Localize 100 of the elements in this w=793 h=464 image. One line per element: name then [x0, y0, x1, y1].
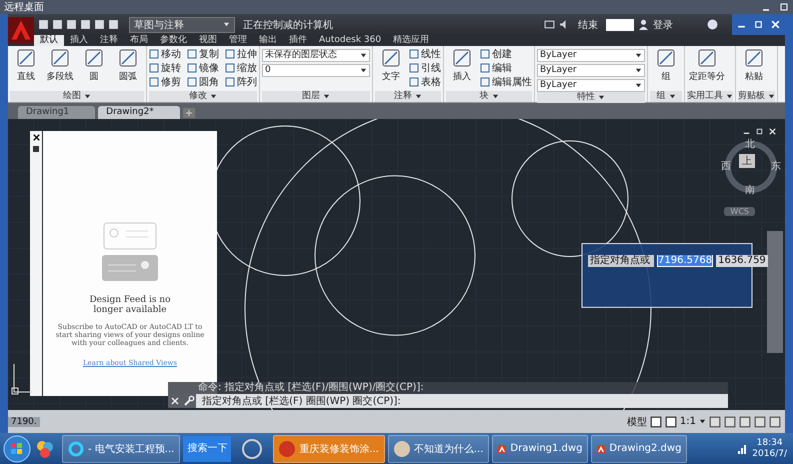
clock-date[interactable]: 2016/7/ — [752, 448, 787, 460]
property-dropdown[interactable]: ByLayer — [537, 79, 645, 92]
new-tab-button[interactable] — [182, 108, 195, 118]
ribbon-button[interactable]: 表格 — [409, 75, 441, 89]
panel-title-bar[interactable]: 块 — [446, 91, 532, 102]
ribbon-button[interactable]: 多段线 — [44, 47, 76, 91]
coordinate-input[interactable]: 1636.759 — [716, 255, 768, 267]
ribbon-tab[interactable]: 注释 — [94, 35, 124, 46]
circle-shape[interactable] — [314, 175, 476, 336]
circle-icon[interactable] — [242, 438, 262, 458]
ribbon-tab[interactable]: 参数化 — [154, 35, 193, 46]
status-tool-icon[interactable] — [724, 416, 736, 428]
ribbon-button[interactable]: 组 — [650, 47, 682, 91]
file-tab[interactable]: Drawing2* — [98, 106, 180, 119]
panel-title-bar[interactable]: 组 — [650, 91, 682, 102]
ribbon-button[interactable]: 修剪 — [149, 75, 181, 89]
ribbon-tab[interactable]: 精选应用 — [387, 35, 436, 46]
user-icon[interactable] — [638, 19, 649, 30]
ribbon-tab[interactable]: 输出 — [253, 35, 283, 46]
login-link[interactable]: 登录 — [653, 18, 673, 32]
restore-button[interactable] — [753, 19, 764, 30]
clock-time[interactable]: 18:34 — [756, 438, 783, 448]
panel-title-bar[interactable]: 特性 — [537, 92, 645, 103]
layout-icon[interactable] — [664, 416, 677, 428]
close-button[interactable] — [32, 133, 40, 142]
toolbar-icon[interactable] — [52, 19, 63, 30]
toolbar-icon[interactable] — [66, 19, 77, 30]
ribbon-button[interactable]: 缩放 — [225, 61, 257, 75]
ribbon-button[interactable]: 阵列 — [225, 75, 257, 89]
colored-balls-icon[interactable] — [35, 438, 55, 458]
panel-title-bar[interactable]: 绘图 — [10, 91, 144, 102]
taskbar-item[interactable]: - 电气安装工程预... — [62, 434, 180, 462]
ribbon-tab[interactable]: 插入 — [64, 35, 94, 46]
ribbon-button[interactable]: 定距等分 — [687, 47, 727, 91]
remote-notice: 正在控制减的计算机 — [243, 18, 333, 32]
ribbon-tab[interactable]: 布局 — [124, 35, 154, 46]
ribbon-button[interactable]: 编辑属性 — [480, 75, 532, 89]
drawing-canvas[interactable] — [8, 119, 785, 410]
ribbon-tab[interactable]: 视图 — [193, 35, 223, 46]
coordinate-input[interactable]: 7196.5768 — [657, 255, 714, 267]
ribbon-tab[interactable]: 默认 — [34, 35, 64, 46]
caret-icon — [360, 67, 367, 74]
panel-title-bar[interactable]: 实用工具 — [687, 91, 733, 102]
file-tab[interactable]: Drawing1 — [18, 106, 96, 119]
fullscreen-icon[interactable] — [544, 19, 555, 30]
ribbon-button[interactable]: 插入 — [446, 47, 478, 91]
property-dropdown[interactable]: 0 — [262, 64, 370, 77]
property-dropdown[interactable]: 未保存的图层状态 — [262, 49, 370, 62]
maximize-button[interactable] — [779, 2, 789, 12]
ribbon-button[interactable]: 拉伸 — [225, 47, 257, 61]
caret-icon[interactable] — [699, 418, 706, 425]
ribbon-button[interactable]: 线性 — [409, 47, 441, 61]
status-tool-icon[interactable] — [754, 416, 766, 428]
start-button[interactable] — [2, 434, 32, 464]
restore-button[interactable] — [755, 127, 764, 136]
property-dropdown[interactable]: ByLayer — [537, 64, 645, 77]
taskbar-item[interactable]: 不知道为什么... — [388, 434, 490, 462]
toolbar-icon[interactable] — [80, 19, 91, 30]
ribbon-button[interactable]: 文字 — [375, 47, 407, 91]
ribbon-button[interactable]: 粘贴 — [738, 47, 770, 91]
taskbar-item[interactable]: Drawing2.dwg — [591, 434, 688, 462]
tool-icon — [381, 48, 401, 68]
workspace-dropdown[interactable]: 草图与注释 — [129, 16, 235, 32]
ribbon-tab[interactable]: 管理 — [223, 35, 253, 46]
panel-title-bar[interactable]: 图层 — [262, 91, 370, 102]
toolbar-icon[interactable] — [108, 19, 119, 30]
status-tool-icon[interactable] — [739, 416, 751, 428]
toolbar-icon[interactable] — [94, 19, 105, 30]
panel-title-bar[interactable]: 剪贴板 — [738, 91, 775, 102]
taskbar-item[interactable]: Drawing1.dwg — [492, 434, 588, 462]
ribbon-button[interactable]: 复制 — [187, 47, 219, 61]
model-tab[interactable]: 模型 — [626, 414, 647, 428]
ribbon-tab[interactable]: Autodesk 360 — [313, 35, 388, 46]
panel-title-bar[interactable]: 注释 — [375, 91, 441, 102]
toolbar-icon[interactable] — [38, 19, 49, 30]
tool-icon — [697, 48, 717, 68]
caret-icon — [415, 93, 422, 100]
search-field[interactable] — [606, 18, 634, 30]
ribbon-tab[interactable]: 插件 — [283, 35, 313, 46]
layout-icon[interactable] — [650, 416, 662, 428]
property-dropdown[interactable]: ByLayer — [537, 49, 645, 62]
view-cube-face[interactable]: 上 — [739, 154, 755, 168]
ribbon-button[interactable]: 旋转 — [149, 61, 181, 75]
ribbon-button[interactable]: 移动 — [149, 47, 181, 61]
status-tool-icon[interactable] — [769, 416, 781, 428]
annotation-scale[interactable]: 1:1 — [680, 416, 696, 427]
ribbon-button[interactable]: 镜像 — [187, 61, 219, 75]
ribbon-button[interactable]: 圆 — [78, 47, 110, 91]
taskbar-item[interactable]: 搜索一下 — [183, 436, 232, 462]
ribbon-button[interactable]: 圆弧 — [112, 47, 144, 91]
ribbon-button[interactable]: 编辑 — [480, 61, 532, 75]
ribbon-button[interactable]: 直线 — [10, 47, 42, 91]
ribbon-button[interactable]: 创建 — [480, 47, 532, 61]
ribbon-button[interactable]: 引线 — [409, 61, 441, 75]
end-button[interactable]: 结束 — [574, 18, 602, 32]
ribbon-button[interactable]: 圆角 — [187, 75, 219, 89]
status-tool-icon[interactable] — [709, 416, 721, 428]
caret-icon — [726, 93, 733, 100]
panel-title-bar[interactable]: 修改 — [149, 91, 257, 102]
ucs-axes-icon — [10, 362, 34, 396]
